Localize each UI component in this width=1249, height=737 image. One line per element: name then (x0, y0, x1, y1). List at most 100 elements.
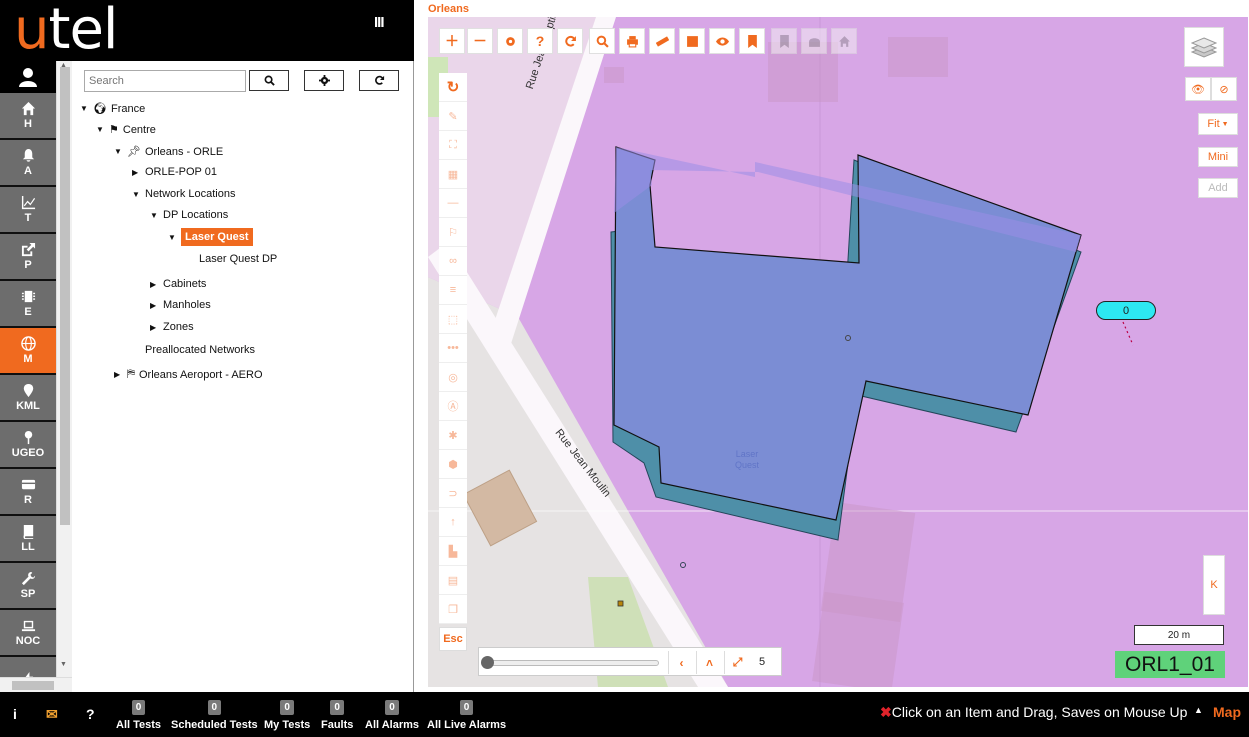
map-help-button[interactable]: ? (527, 28, 553, 54)
building-tool[interactable]: ▙ (439, 537, 467, 566)
cable-tool[interactable]: ∞ (439, 247, 467, 276)
asterisk-tool[interactable]: ✱ (439, 421, 467, 450)
user-button[interactable] (0, 61, 56, 93)
stat-all-alarms[interactable]: 0 All Alarms (365, 700, 419, 731)
nav-power[interactable] (0, 657, 56, 677)
tree-node-laser-quest-dp[interactable]: Laser Quest DP (199, 253, 277, 265)
caret-down-icon[interactable]: ▼ (114, 147, 123, 156)
map-settings-button[interactable] (497, 28, 523, 54)
target-tool[interactable]: ◎ (439, 363, 467, 392)
tree-node-laser-quest[interactable]: ▼ Laser Quest (168, 228, 253, 246)
stat-all-live-alarms[interactable]: 0 All Live Alarms (427, 700, 506, 731)
tree-node-preallocated[interactable]: Preallocated Networks (145, 344, 255, 356)
rail-scroll-thumb[interactable] (60, 67, 70, 525)
help-button[interactable]: ? (86, 706, 95, 722)
bookmark-button[interactable] (739, 28, 765, 54)
zoom-out-button[interactable]: － (467, 28, 493, 54)
timeline-slider-track[interactable] (487, 660, 659, 666)
map-search-button[interactable] (589, 28, 615, 54)
tree-node-centre[interactable]: ▼ ⚑ Centre (96, 123, 156, 137)
nav-noc[interactable]: NOC (0, 610, 56, 655)
caret-right-icon[interactable]: ▶ (150, 280, 159, 289)
dots-tool[interactable]: ••• (439, 334, 467, 363)
menu-toggle-button[interactable]: III (374, 14, 384, 31)
scroll-down-icon[interactable]: ▼ (60, 661, 67, 668)
map-refresh-button[interactable] (557, 28, 583, 54)
area-tool[interactable]: ⬚ (439, 305, 467, 334)
cabinet-tool[interactable]: ▤ (439, 566, 467, 595)
table-tool[interactable]: ▦ (439, 160, 467, 189)
caret-right-icon[interactable]: ▶ (114, 370, 123, 379)
refresh-button[interactable] (359, 70, 399, 91)
flag-tool[interactable]: ⚐ (439, 218, 467, 247)
line-tool[interactable]: — (439, 189, 467, 218)
antenna-tool[interactable]: Ⓐ (439, 392, 467, 421)
visibility-button[interactable] (709, 28, 735, 54)
search-button[interactable] (249, 70, 289, 91)
tree-node-cabinets[interactable]: ▶ Cabinets (150, 278, 206, 290)
connector-tool[interactable]: ⊃ (439, 479, 467, 508)
caret-down-icon[interactable]: ▼ (168, 233, 177, 242)
nav-ll[interactable]: LL (0, 516, 56, 561)
nav-home[interactable]: H (0, 93, 56, 138)
bookmark-disabled-button[interactable] (771, 28, 797, 54)
mini-button[interactable]: Mini (1198, 147, 1238, 167)
reload-tool[interactable]: ↻ (439, 73, 467, 102)
duct-tool[interactable]: ≡ (439, 276, 467, 305)
hscroll-thumb[interactable] (12, 681, 54, 690)
caret-right-icon[interactable]: ▶ (150, 301, 159, 310)
measure-button[interactable] (649, 28, 675, 54)
close-icon[interactable]: ✖ (880, 704, 892, 720)
tree-node-dp-locations[interactable]: ▼ DP Locations (150, 209, 228, 221)
settings-button[interactable] (304, 70, 344, 91)
tree-node-network-locations[interactable]: ▼ Network Locations (132, 188, 236, 200)
caret-down-icon[interactable]: ▼ (132, 190, 141, 199)
tree-node-orle-pop[interactable]: ▶ ORLE-POP 01 (132, 166, 217, 178)
caret-down-icon[interactable]: ▼ (80, 104, 89, 113)
tree-node-france[interactable]: ▼ 🌍︎ France (80, 102, 145, 116)
copy-tool[interactable]: ❐ (439, 595, 467, 624)
fullscreen-button[interactable]: ⤢ (724, 651, 750, 674)
stat-my-tests[interactable]: 0 My Tests (264, 700, 310, 731)
show-layer-button[interactable]: 👁︎ (1185, 77, 1211, 101)
add-button[interactable]: Add (1198, 178, 1238, 198)
stat-scheduled-tests[interactable]: 0 Scheduled Tests (171, 700, 258, 731)
tree-node-orleans[interactable]: ▼ 📌︎ Orleans - ORLE (114, 145, 223, 159)
nav-map[interactable]: M (0, 328, 56, 373)
caret-down-icon[interactable]: ▼ (150, 211, 159, 220)
caret-right-icon[interactable]: ▶ (150, 323, 159, 332)
stat-faults[interactable]: 0 Faults (321, 700, 353, 731)
mail-icon[interactable]: ✉ (46, 706, 58, 723)
nav-sp[interactable]: SP (0, 563, 56, 608)
nav-ugeo[interactable]: UGEO (0, 422, 56, 467)
expand-tool[interactable]: ⛶ (439, 131, 467, 160)
rail-hscrollbar[interactable] (0, 677, 72, 692)
hide-layer-button[interactable]: ⊘ (1211, 77, 1237, 101)
map-canvas[interactable]: Rue Jean Baptiste Corot Rue Jean Moulin … (428, 17, 1248, 687)
home-view-button[interactable] (831, 28, 857, 54)
nav-tests[interactable]: T (0, 187, 56, 232)
escape-button[interactable]: Esc (439, 627, 467, 651)
tree-node-zones[interactable]: ▶ Zones (150, 321, 194, 333)
layers-button[interactable] (1184, 27, 1224, 67)
tree-node-aero[interactable]: ▶ ⛿︎ Orleans Aeroport - AERO (114, 368, 263, 381)
caret-down-icon[interactable]: ▼ (96, 125, 105, 134)
tunnel-button[interactable] (801, 28, 827, 54)
nav-equipment[interactable]: E (0, 281, 56, 326)
chevron-up-icon[interactable]: ▲ (1194, 705, 1203, 715)
timeline-slider-knob[interactable] (481, 656, 494, 669)
frame-button[interactable] (679, 28, 705, 54)
draw-line-tool[interactable]: ✎ (439, 102, 467, 131)
up-button[interactable]: ˄ (696, 651, 722, 674)
nav-r[interactable]: R (0, 469, 56, 514)
rail-scrollbar[interactable]: ▲ ▼ (56, 61, 72, 677)
prev-button[interactable]: ‹ (668, 651, 694, 674)
nav-alarms[interactable]: A (0, 140, 56, 185)
nav-kml[interactable]: KML (0, 375, 56, 420)
nav-p[interactable]: P (0, 234, 56, 279)
caret-right-icon[interactable]: ▶ (132, 168, 141, 177)
tree-node-manholes[interactable]: ▶ Manholes (150, 299, 211, 311)
fit-dropdown[interactable]: Fit ▼ (1198, 113, 1238, 135)
hex-tool[interactable]: ⬢ (439, 450, 467, 479)
info-button[interactable]: i (13, 706, 17, 722)
